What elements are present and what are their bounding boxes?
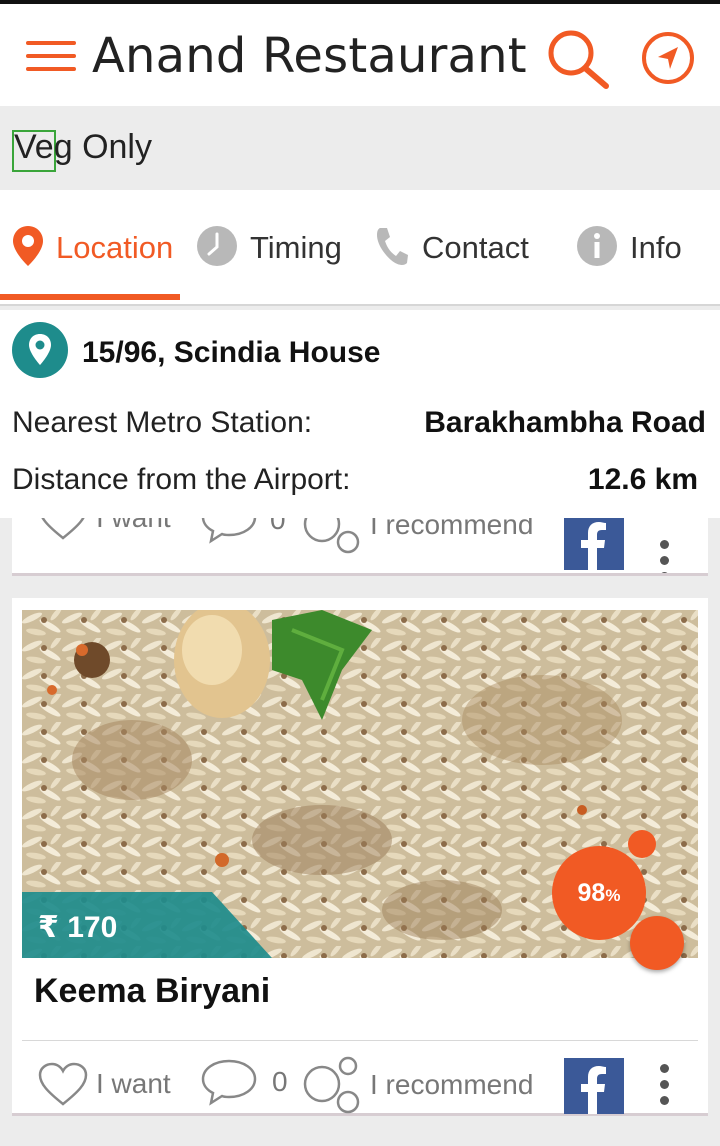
rating-bubble-decoration <box>628 830 656 858</box>
app-bar: Anand Restaurant <box>0 4 720 106</box>
want-button-previous[interactable]: I want <box>38 518 171 540</box>
comment-button[interactable]: 0 <box>200 1058 288 1106</box>
dish-name: Keema Biryani <box>34 972 271 1010</box>
rating-unit: % <box>605 886 621 905</box>
address-text: 15/96, Scindia House <box>82 336 381 369</box>
more-options-icon[interactable] <box>654 1064 674 1112</box>
heart-icon <box>41 518 85 540</box>
heart-icon <box>38 1062 88 1106</box>
tab-bar: Location Timing Contact Info <box>0 190 720 306</box>
recommend-label: I recommend <box>370 1069 534 1100</box>
divider <box>22 1040 698 1041</box>
tab-location-label: Location <box>56 230 174 265</box>
want-label: I want <box>96 1068 171 1099</box>
comment-icon <box>201 518 257 544</box>
comment-count: 0 <box>272 1066 288 1097</box>
page-title: Anand Restaurant <box>92 28 527 84</box>
menu-icon[interactable] <box>26 37 76 77</box>
facebook-share-icon[interactable] <box>564 518 624 570</box>
recommend-label: I recommend <box>370 518 534 540</box>
recommend-button-previous[interactable]: I recommend <box>302 518 533 554</box>
recommend-icon <box>303 1056 360 1114</box>
veg-only-label[interactable]: Veg Only <box>14 128 152 167</box>
active-tab-indicator <box>0 294 180 300</box>
tab-contact[interactable]: Contact <box>374 190 529 306</box>
tab-contact-label: Contact <box>422 230 529 265</box>
phone-icon <box>374 225 410 272</box>
tab-timing[interactable]: Timing <box>196 190 342 306</box>
recommend-icon <box>303 518 360 554</box>
previous-card-actions: I want 0 I recommend <box>12 518 708 576</box>
tab-timing-label: Timing <box>250 230 342 265</box>
comment-button-previous[interactable]: 0 <box>200 518 286 544</box>
facebook-share-icon[interactable] <box>564 1058 624 1114</box>
tab-info-label: Info <box>630 230 682 265</box>
address-pin-icon <box>12 322 68 378</box>
clock-icon <box>196 225 238 272</box>
dish-card[interactable]: ₹ 170 98% Keema Biryani I want 0 I recom… <box>12 598 708 1116</box>
want-button[interactable]: I want <box>38 1062 171 1106</box>
search-icon[interactable] <box>544 28 610 90</box>
comment-icon <box>201 1059 257 1106</box>
rating-value: 98 <box>577 879 606 907</box>
want-label: I want <box>96 518 171 534</box>
location-pin-icon <box>12 225 44 272</box>
info-icon <box>576 225 618 272</box>
airport-distance-value: 12.6 km <box>587 463 698 496</box>
navigate-icon[interactable] <box>640 30 696 86</box>
tab-info[interactable]: Info <box>576 190 682 306</box>
recommend-button[interactable]: I recommend <box>302 1056 533 1114</box>
airport-distance-label: Distance from the Airport: <box>12 463 351 496</box>
rating-badge: 98% <box>552 846 646 940</box>
metro-value: Barakhambha Road <box>424 406 706 439</box>
more-options-icon[interactable] <box>654 540 674 573</box>
tab-location[interactable]: Location <box>12 190 173 306</box>
comment-count: 0 <box>270 518 286 535</box>
metro-label: Nearest Metro Station: <box>12 406 313 439</box>
rating-bubble-decoration <box>630 916 684 970</box>
dish-price: ₹ 170 <box>38 911 118 944</box>
